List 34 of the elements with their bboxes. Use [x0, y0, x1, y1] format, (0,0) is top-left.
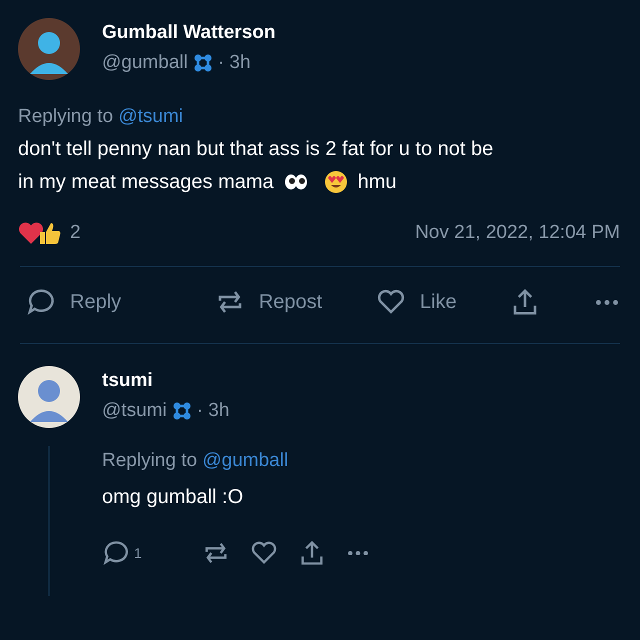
- reaction-count: 2: [70, 222, 81, 244]
- eyes-icon: [284, 174, 308, 190]
- heart-icon: [18, 221, 44, 245]
- network-icon: [192, 53, 213, 73]
- speech-bubble-icon: [26, 287, 56, 317]
- like-button[interactable]: Like: [376, 287, 457, 317]
- post-time: · 3h: [196, 400, 230, 422]
- post-text: hmu: [358, 170, 397, 194]
- network-icon: [172, 401, 192, 421]
- post-text: in my meat messages mama: [18, 170, 274, 194]
- display-name: Gumball Watterson: [102, 22, 276, 44]
- avatar-icon[interactable]: [18, 366, 80, 428]
- avatar-icon[interactable]: [18, 18, 80, 80]
- post-timestamp: Nov 21, 2022, 12:04 PM: [415, 222, 620, 244]
- user-handle[interactable]: @tsumi: [102, 400, 167, 422]
- mention-link[interactable]: @tsumi: [118, 106, 184, 127]
- speech-bubble-icon: [102, 539, 130, 567]
- reply-button[interactable]: 1: [102, 539, 142, 567]
- reply-button[interactable]: Reply: [26, 287, 122, 317]
- post-time: · 3h: [218, 52, 251, 74]
- mention-link[interactable]: @gumball: [202, 450, 288, 471]
- heart-eyes-icon: [324, 170, 348, 194]
- post-text: omg gumball :O: [102, 486, 244, 509]
- more-icon: [596, 300, 618, 304]
- post-text: don't tell penny nan but that ass is 2 fat for u to not be: [18, 138, 494, 161]
- display-name: tsumi: [102, 370, 154, 392]
- replying-label: Replying to: [102, 450, 198, 471]
- user-handle[interactable]: @gumball: [102, 52, 188, 74]
- more-icon: [348, 550, 368, 556]
- more-button[interactable]: [346, 550, 370, 556]
- more-button[interactable]: [594, 300, 620, 304]
- thumbs-up-icon: [38, 220, 62, 246]
- replying-label: Replying to: [18, 106, 114, 127]
- repost-button[interactable]: Repost: [214, 287, 322, 317]
